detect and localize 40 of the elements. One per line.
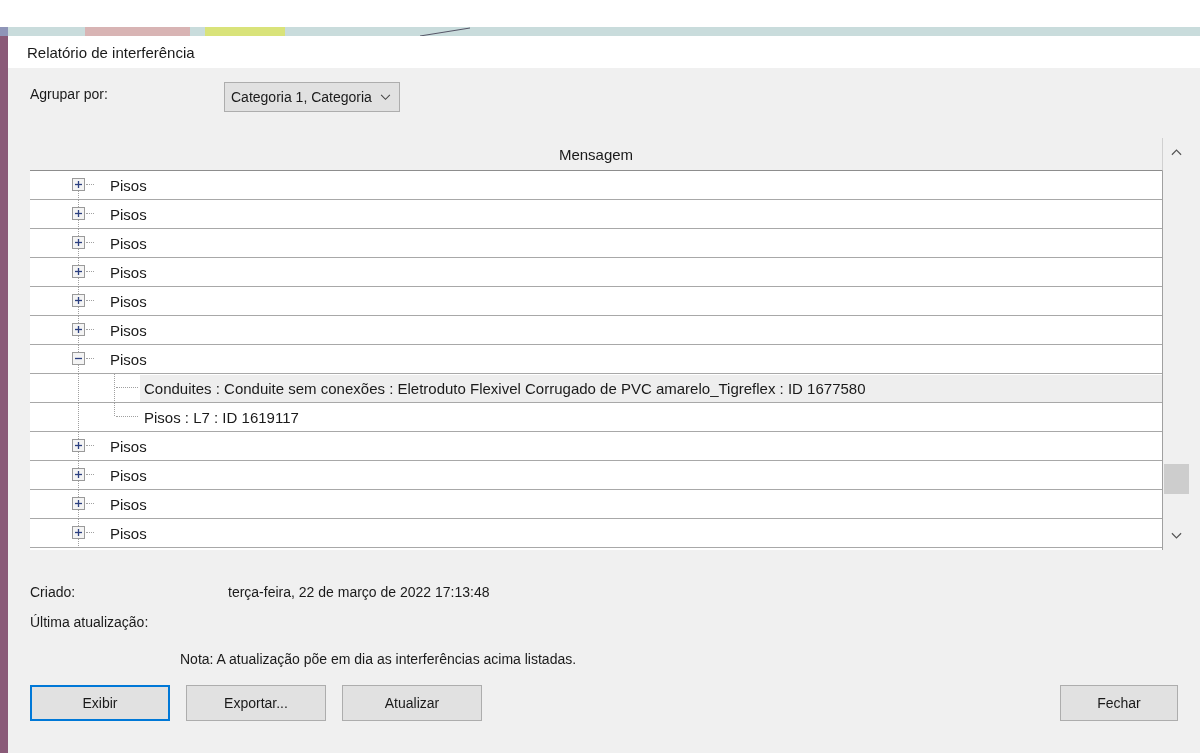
last-update-label: Última atualização: xyxy=(30,614,150,630)
tree-item[interactable]: Pisos xyxy=(110,234,147,252)
note-text: Nota: A atualização põe em dia as interferências acima listadas. xyxy=(180,651,577,667)
chevron-down-icon xyxy=(379,93,391,101)
scroll-up-icon[interactable] xyxy=(1171,148,1182,156)
expander-icon[interactable] xyxy=(72,294,85,307)
expander-icon[interactable] xyxy=(72,526,85,539)
tree-item[interactable]: Pisos xyxy=(110,437,147,455)
tree-item[interactable]: Pisos xyxy=(110,263,147,281)
expander-icon[interactable] xyxy=(72,468,85,481)
expander-icon[interactable] xyxy=(72,497,85,510)
tree-item[interactable]: Pisos xyxy=(110,350,147,368)
tree-item[interactable]: Pisos : L7 : ID 1619117 xyxy=(140,403,303,431)
action-button[interactable]: Exportar... xyxy=(186,685,326,721)
tree-item[interactable]: Pisos xyxy=(110,466,147,484)
created-value: terça-feira, 22 de março de 2022 17:13:48 xyxy=(228,584,490,600)
tree-item[interactable]: Pisos xyxy=(110,321,147,339)
group-by-label: Agrupar por: xyxy=(30,86,109,102)
expander-icon[interactable] xyxy=(72,265,85,278)
window-title: Relatório de interferência xyxy=(27,43,195,61)
created-label: Criado: xyxy=(30,584,77,600)
expander-icon[interactable] xyxy=(72,236,85,249)
expander-icon[interactable] xyxy=(72,178,85,191)
group-by-dropdown[interactable]: Categoria 1, Categoria xyxy=(224,82,400,112)
scroll-thumb[interactable] xyxy=(1164,464,1189,494)
expander-icon[interactable] xyxy=(72,439,85,452)
scroll-down-icon[interactable] xyxy=(1171,532,1182,540)
tree-item[interactable]: Pisos xyxy=(110,205,147,223)
tree-item[interactable]: Conduites : Conduite sem conexões : Eletroduto Flexivel Corrugado de PVC amarelo_Tigreflex : ID 1677580 xyxy=(140,374,1162,402)
action-button[interactable]: Exibir xyxy=(30,685,170,721)
tree-item[interactable]: Pisos xyxy=(110,292,147,310)
expander-icon[interactable] xyxy=(72,352,85,365)
expander-icon[interactable] xyxy=(72,323,85,336)
tree-item[interactable]: Pisos xyxy=(110,176,147,194)
action-button[interactable]: Atualizar xyxy=(342,685,482,721)
tree-item[interactable]: Pisos xyxy=(110,524,147,542)
column-header[interactable]: Mensagem xyxy=(30,138,1163,171)
expander-icon[interactable] xyxy=(72,207,85,220)
action-button[interactable]: Fechar xyxy=(1060,685,1178,721)
tree-item[interactable]: Pisos xyxy=(110,495,147,513)
